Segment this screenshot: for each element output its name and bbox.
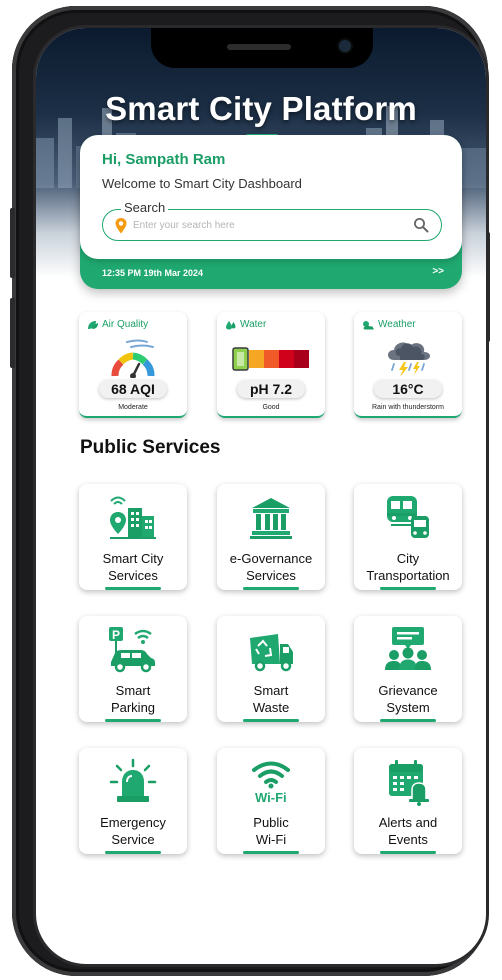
service-label: Grievance System (378, 683, 438, 715)
service-label: Smart Waste (252, 683, 290, 715)
wifi-icon: Wi-Fi (252, 761, 290, 805)
weather-caption: Rain with thunderstorm (372, 404, 444, 411)
page-title: Smart City Platform (105, 90, 417, 127)
service-smart-parking[interactable]: P Smart Parking (79, 616, 187, 722)
parking-car-icon: P (109, 627, 155, 673)
air-quality-label: Air Quality (87, 319, 148, 330)
public-services-heading: Public Services (80, 437, 221, 458)
aqi-value: 68 AQI (99, 380, 167, 398)
service-grievance-system[interactable]: Grievance System (354, 616, 462, 722)
ph-scale-icon (232, 347, 309, 371)
cloud-sun-icon (363, 320, 374, 329)
service-label: City Transportation (366, 551, 450, 583)
water-card[interactable]: Water pH 7.2 Good (217, 312, 325, 418)
service-alerts-events[interactable]: Alerts and Events (354, 748, 462, 854)
water-label: Water (225, 319, 266, 330)
svg-text:Wi-Fi: Wi-Fi (255, 790, 287, 805)
service-label: Public Wi-Fi (253, 815, 289, 847)
temperature-value: 16°C (374, 380, 442, 398)
air-quality-card[interactable]: Air Quality 68 AQI Moderate (79, 312, 187, 418)
search-box[interactable]: Search (102, 200, 442, 241)
water-caption: Good (262, 404, 280, 411)
user-greeting: Hi, Sampath Ram (102, 151, 226, 168)
search-input[interactable] (133, 216, 393, 234)
leaves-icon (88, 320, 98, 329)
welcome-subtitle: Welcome to Smart City Dashboard (102, 176, 302, 191)
service-emergency[interactable]: Emergency Service (79, 748, 187, 854)
service-label: Emergency Service (100, 815, 166, 847)
siren-icon (109, 758, 157, 802)
welcome-card-top: Hi, Sampath Ram Welcome to Smart City Da… (80, 135, 462, 259)
welcome-card: Hi, Sampath Ram Welcome to Smart City Da… (80, 135, 462, 289)
service-label: e-Governance Services (229, 551, 313, 583)
speaker (227, 44, 291, 50)
service-label: Smart City Services (102, 551, 164, 583)
expand-chevron-icon[interactable]: >> (432, 266, 444, 277)
side-button (10, 298, 15, 368)
government-building-icon (250, 498, 292, 539)
screen: Smart City Platform Hi, Sampath Ram Welc… (36, 28, 486, 964)
service-e-governance[interactable]: e-Governance Services (217, 484, 325, 590)
svg-text:P: P (112, 628, 120, 642)
stat-label-text: Air Quality (102, 319, 149, 330)
weather-card[interactable]: Weather 16°C Rain with thunderstorm (354, 312, 462, 418)
water-drops-icon (226, 320, 236, 329)
weather-label: Weather (362, 319, 416, 330)
phone-frame: Smart City Platform Hi, Sampath Ram Welc… (10, 6, 490, 976)
city-location-icon (110, 496, 156, 539)
notch (151, 28, 373, 68)
aqi-caption: Moderate (118, 404, 148, 411)
grievance-people-icon (385, 627, 431, 670)
service-smart-city[interactable]: Smart City Services (79, 484, 187, 590)
service-label: Alerts and Events (378, 815, 438, 847)
camera (339, 40, 351, 52)
service-label: Smart Parking (110, 683, 156, 715)
aqi-gauge-icon (111, 339, 155, 378)
search-label: Search (121, 200, 169, 215)
service-city-transportation[interactable]: City Transportation (354, 484, 462, 590)
calendar-bell-icon (389, 760, 429, 806)
location-pin-icon (115, 218, 127, 234)
stat-label-text: Weather (378, 319, 416, 330)
thunderstorm-icon (388, 342, 430, 377)
stat-label-text: Water (240, 319, 267, 330)
search-icon[interactable] (413, 217, 429, 233)
recycle-truck-icon (250, 634, 293, 672)
train-bus-icon (387, 496, 429, 538)
ph-value: pH 7.2 (237, 380, 305, 398)
side-button (10, 208, 15, 278)
current-datetime: 12:35 PM 19th Mar 2024 (102, 268, 204, 278)
service-public-wifi[interactable]: Wi-Fi Public Wi-Fi (217, 748, 325, 854)
service-smart-waste[interactable]: Smart Waste (217, 616, 325, 722)
